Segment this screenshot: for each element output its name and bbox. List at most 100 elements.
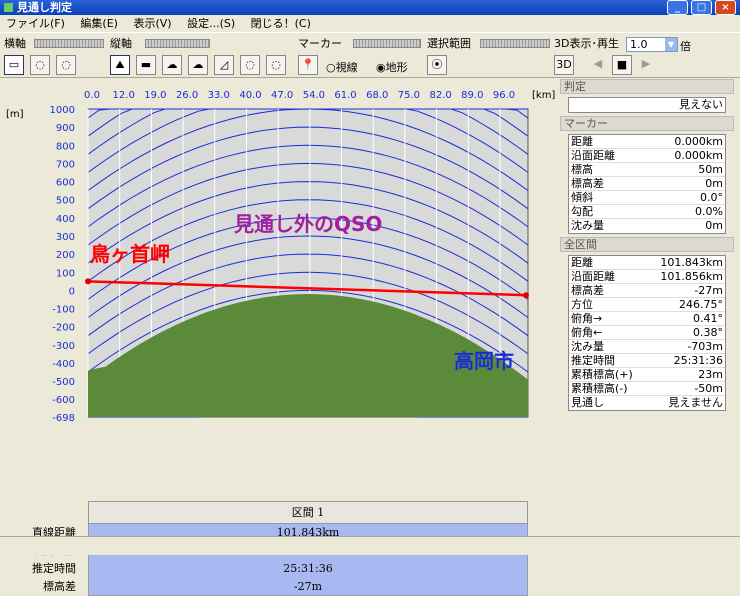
x-tick-label: 19.0	[144, 90, 166, 101]
menu-file[interactable]: ファイル(F)	[0, 15, 71, 32]
y-tick-label: 800	[56, 141, 75, 152]
row-label: 俯角→	[571, 312, 603, 325]
section-header: 区間 1	[88, 501, 528, 524]
select-range-label: 選択範囲	[427, 37, 471, 50]
profile-chart[interactable]: 0.0 12.0 19.0 26.0 33.0 40.0 47.0 54.0 61.0 68.0 7…	[0, 79, 558, 445]
row-label: 距離	[571, 256, 593, 269]
table-row: 方位 246.75°	[569, 298, 725, 312]
close-button[interactable]: ×	[715, 0, 736, 15]
table-row: 見通し 見えません	[569, 396, 725, 410]
menu-settings[interactable]: 設定...(S)	[181, 15, 241, 32]
chevron-down-icon[interactable]: ▼	[665, 38, 677, 51]
horiz-fit-icon[interactable]: ▭	[4, 55, 24, 75]
horiz-zoom-icon[interactable]: ◌	[30, 55, 50, 75]
end-point	[523, 292, 529, 299]
radio-sightline-label: 視線	[335, 61, 358, 74]
row-label: 方位	[571, 298, 593, 311]
table-row: 累積標高(-) -50m	[569, 382, 725, 396]
y-tick-label: -600	[52, 395, 75, 406]
x-tick-label: 75.0	[398, 90, 420, 101]
judge-box: 見えない	[568, 97, 726, 113]
row-value: 101.843km	[660, 256, 723, 269]
y-tick-label: -100	[52, 305, 75, 316]
table-row: 勾配 0.0%	[569, 205, 725, 219]
row-label: 沈み量	[571, 219, 604, 232]
row-value: 101.856km	[660, 270, 723, 283]
toolbar: 横軸 ▭ ◌ ◌ 縦軸 ⛰ ▬ ☁ ☁ ◿ ◌ ◌ マーカー 📍 ○視線 ◉地形…	[0, 32, 740, 78]
menu-close[interactable]: 閉じる！(C)	[245, 15, 317, 32]
view3d-icon[interactable]: 3D	[554, 55, 574, 75]
terrain-icon[interactable]: ⛰	[110, 55, 130, 75]
table-row: 標高差 0m	[569, 177, 725, 191]
rewind-icon[interactable]: ◀	[588, 55, 608, 75]
footer-label-height: 標高差	[43, 580, 76, 593]
radio-sightline[interactable]: ○視線	[326, 59, 358, 75]
footer-value-time: 25:31:36	[88, 560, 528, 578]
x-axis-label: [km]	[532, 90, 555, 101]
row-label: 沿面距離	[571, 270, 615, 283]
y-tick-label: 0	[69, 286, 75, 297]
slope-icon[interactable]: ◿	[214, 55, 234, 75]
select-range-icon[interactable]: ⦿	[427, 55, 447, 75]
menu-view[interactable]: 表示(V)	[127, 15, 177, 32]
maximize-button[interactable]: □	[691, 0, 712, 15]
y-tick-label: 300	[56, 232, 75, 243]
table-row: 推定時間 25:31:36	[569, 354, 725, 368]
horiz-axis-slider[interactable]	[34, 39, 104, 48]
menu-edit[interactable]: 編集(E)	[74, 15, 124, 32]
annotation-start: 鳥ヶ首岬	[90, 242, 170, 266]
y-tick-label: 200	[56, 250, 75, 261]
row-label: 沈み量	[571, 340, 604, 353]
row-label: 見通し	[571, 396, 604, 409]
table-row: 距離 0.000km	[569, 135, 725, 149]
row-label: 沿面距離	[571, 149, 615, 162]
row-label: 累積標高(-)	[571, 382, 628, 395]
select-range-slider[interactable]	[480, 39, 550, 48]
row-value: 0.000km	[674, 149, 723, 162]
minimize-button[interactable]: _	[667, 0, 688, 15]
zoom-in-icon[interactable]: ◌	[240, 55, 260, 75]
table-row: 標高差 -27m	[569, 284, 725, 298]
forward-icon[interactable]: ▶	[636, 55, 656, 75]
table-row: 沿面距離 0.000km	[569, 149, 725, 163]
table-row: 沈み量 0m	[569, 219, 725, 233]
x-tick-label: 26.0	[176, 90, 198, 101]
y-axis-label: [m]	[6, 109, 24, 120]
cloud-icon[interactable]: ☁	[162, 55, 182, 75]
horiz-zoom2-icon[interactable]: ◌	[56, 55, 76, 75]
row-value: 25:31:36	[673, 354, 723, 367]
cloud2-icon[interactable]: ☁	[188, 55, 208, 75]
row-label: 標高	[571, 163, 593, 176]
y-tick-label: 1000	[50, 105, 75, 116]
row-value: -50m	[694, 382, 723, 395]
marker-icon[interactable]: 📍	[298, 55, 318, 75]
row-label: 傾斜	[571, 191, 593, 204]
y-tick-label: -698	[52, 413, 75, 424]
table-row: 標高 50m	[569, 163, 725, 177]
footer-value-height: -27m	[88, 578, 528, 596]
row-value: 0.38°	[693, 326, 723, 339]
vert-axis-slider[interactable]	[145, 39, 210, 48]
start-point	[85, 278, 91, 285]
title-bar: 見通し判定 _ □ ×	[0, 0, 740, 15]
row-value: 50m	[698, 163, 723, 176]
marker-slider[interactable]	[353, 39, 421, 48]
row-label: 距離	[571, 135, 593, 148]
x-tick-label: 47.0	[271, 90, 293, 101]
row-value: 0.0%	[695, 205, 723, 218]
table-row: 俯角← 0.38°	[569, 326, 725, 340]
x-tick-label: 68.0	[366, 90, 388, 101]
row-label: 推定時間	[571, 354, 615, 367]
y-tick-label: -300	[52, 341, 75, 352]
all-section-header: 全区間	[560, 237, 734, 252]
zoom-out-icon[interactable]: ◌	[266, 55, 286, 75]
row-label: 標高差	[571, 177, 604, 190]
radio-terrain-label: 地形	[385, 61, 408, 74]
row-value: 見えません	[668, 396, 723, 409]
radio-terrain[interactable]: ◉地形	[376, 59, 408, 75]
chart-area: 0.0 12.0 19.0 26.0 33.0 40.0 47.0 54.0 61.0 68.0 7…	[0, 79, 558, 596]
y-tick-label: -200	[52, 323, 75, 334]
x-tick-label: 89.0	[461, 90, 483, 101]
stop-icon[interactable]: ■	[612, 55, 632, 75]
flat-icon[interactable]: ▬	[136, 55, 156, 75]
